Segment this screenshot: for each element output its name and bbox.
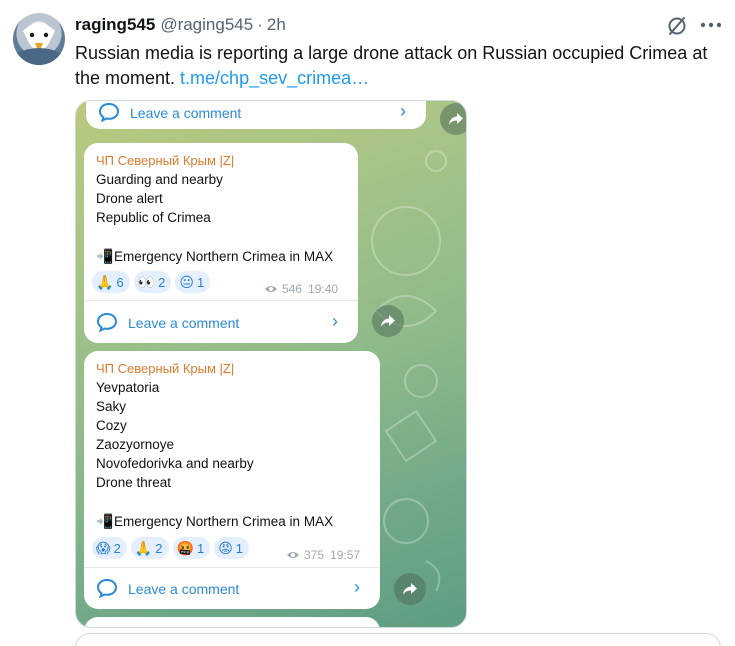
reactions-row: 😱 2 🙏 2 🤬 1 😡 1 <box>92 537 250 559</box>
reaction-pill[interactable]: 👀 2 <box>133 271 172 293</box>
reactions-row: 🙏 6 👀 2 😐 1 <box>92 271 211 293</box>
telegram-message-1: ЧП Северный Крым |Z| Guarding and nearby… <box>84 143 358 343</box>
phone-icon: 📲 <box>96 248 114 264</box>
chevron-right-icon[interactable]: › <box>354 577 360 598</box>
tweet-body: Russian media is reporting a large drone… <box>75 43 708 88</box>
message-line: Republic of Crimea <box>96 210 211 225</box>
reaction-pill[interactable]: 😱 2 <box>92 537 127 559</box>
reaction-count: 2 <box>155 540 163 556</box>
eye-icon <box>265 286 277 292</box>
tweet-header: raging545 @raging545 · 2h <box>75 14 286 36</box>
reaction-count: 1 <box>196 540 205 556</box>
message-line: Yevpatoria <box>96 380 160 395</box>
reaction-pill[interactable]: 😡 1 <box>214 537 250 559</box>
message-meta: 546 19:40 <box>264 282 338 296</box>
reaction-emoji: 😱 <box>96 539 111 556</box>
message-line: Saky <box>96 399 127 414</box>
reaction-count: 2 <box>158 274 166 290</box>
message-footer-line: 📲Emergency Northern Crimea in MAX <box>96 513 333 530</box>
leave-comment-link[interactable]: Leave a comment <box>130 105 241 121</box>
next-message-bubble <box>84 617 380 627</box>
previous-message-bubble: Leave a comment › <box>86 101 426 129</box>
reaction-pill[interactable]: 🙏 6 <box>92 271 130 293</box>
reaction-pill[interactable]: 🙏 2 <box>130 537 169 559</box>
tweet-link[interactable]: t.me/chp_sev_crimea… <box>180 68 369 88</box>
reaction-emoji: 👀 <box>137 273 156 290</box>
message-footer-text: Emergency Northern Crimea in MAX <box>114 249 334 264</box>
reaction-count: 6 <box>116 274 124 290</box>
view-count: 546 <box>282 282 303 296</box>
leave-comment-link[interactable]: Leave a comment <box>128 581 239 597</box>
reaction-pill[interactable]: 🤬 1 <box>172 537 211 559</box>
view-count: 375 <box>304 548 325 562</box>
divider <box>84 567 380 568</box>
reaction-count: 1 <box>235 540 244 556</box>
share-icon[interactable] <box>394 573 426 605</box>
message-line: Novofedorivka and nearby <box>96 456 254 471</box>
more-icon[interactable] <box>698 12 724 38</box>
share-icon[interactable] <box>372 305 404 337</box>
reaction-emoji: 😡 <box>218 539 233 556</box>
tweet-media-screenshot[interactable]: Leave a comment › ЧП Северный Крым |Z| G… <box>75 100 467 628</box>
reaction-count: 1 <box>196 274 205 290</box>
message-line: Drone threat <box>96 475 172 490</box>
eye-icon <box>287 552 299 558</box>
chevron-right-icon[interactable]: › <box>400 101 406 122</box>
telegram-message-2: ЧП Северный Крым |Z| Yevpatoria Saky Coz… <box>84 351 380 609</box>
message-footer-line: 📲Emergency Northern Crimea in MAX <box>96 248 333 265</box>
message-sender[interactable]: ЧП Северный Крым |Z| <box>96 361 234 376</box>
leave-comment-link[interactable]: Leave a comment <box>128 315 239 331</box>
message-meta: 375 19:57 <box>286 548 360 562</box>
user-handle[interactable]: @raging545 <box>160 15 253 35</box>
chevron-right-icon[interactable]: › <box>332 311 338 332</box>
message-line: Drone alert <box>96 191 163 206</box>
message-footer-text: Emergency Northern Crimea in MAX <box>114 514 334 529</box>
message-line: Zaozyornoye <box>96 437 175 452</box>
message-time: 19:40 <box>308 282 339 296</box>
reaction-count: 2 <box>113 540 121 556</box>
reaction-emoji: 🤬 <box>176 539 194 556</box>
comment-icon <box>96 578 118 598</box>
display-name[interactable]: raging545 <box>75 15 155 35</box>
reaction-emoji: 🙏 <box>134 539 153 556</box>
message-line: Cozy <box>96 418 127 433</box>
message-time: 19:57 <box>330 548 361 562</box>
divider <box>84 300 358 301</box>
phone-icon: 📲 <box>96 513 114 529</box>
reaction-pill[interactable]: 😐 1 <box>175 271 211 293</box>
reaction-emoji: 🙏 <box>96 273 114 290</box>
message-line: Guarding and nearby <box>96 172 223 187</box>
comment-icon <box>96 312 118 332</box>
reaction-emoji: 😐 <box>179 273 194 290</box>
tweet-text: Russian media is reporting a large drone… <box>75 41 715 91</box>
separator-dot: · <box>257 15 263 34</box>
grok-icon[interactable] <box>665 14 689 38</box>
message-sender[interactable]: ЧП Северный Крым |Z| <box>96 153 234 168</box>
share-icon[interactable] <box>440 103 466 135</box>
avatar[interactable] <box>13 13 65 65</box>
next-card <box>75 633 721 646</box>
timestamp[interactable]: 2h <box>267 15 286 35</box>
